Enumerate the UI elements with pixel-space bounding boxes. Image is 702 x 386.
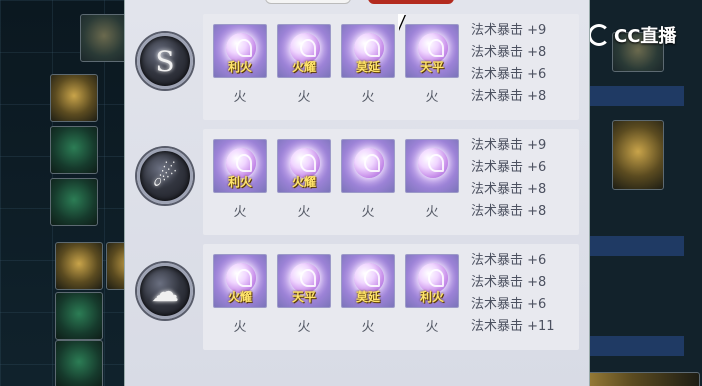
stat-line: 法术暴击 +6 xyxy=(471,160,547,175)
stat-line: 法术暴击 +11 xyxy=(471,319,555,334)
gem-element-label: 火 xyxy=(233,320,247,335)
gem-set-card: 利火 火耀 莫延 天平 火 火 火 火 法术暴击 +9 法术暴击 +8 法术暴击… xyxy=(203,14,579,120)
inventory-slot[interactable] xyxy=(50,178,98,226)
inventory-slot[interactable] xyxy=(55,292,103,340)
gem-element-label: 火 xyxy=(425,90,439,105)
stat-line: 法术暴击 +9 xyxy=(471,138,547,153)
gem-set-card: 利火 火耀 火 火 火 火 法术暴击 +9 法术暴击 +6 法术暴击 +8 法术… xyxy=(203,129,579,235)
gem-name: 利火 xyxy=(227,175,252,189)
stat-line: 法术暴击 +8 xyxy=(471,89,547,104)
gem-element-label: 火 xyxy=(233,205,247,220)
gem-set-card: 火耀 天平 莫延 利火 火 火 火 火 法术暴击 +6 法术暴击 +8 法术暴击… xyxy=(203,244,579,350)
set-emblem-icon[interactable]: ☁ xyxy=(137,263,193,319)
gem-slot[interactable]: 莫延 xyxy=(341,254,395,308)
background-bar xyxy=(590,336,684,356)
gem-set-group-3: ☁ 火耀 天平 莫延 利火 火 火 火 火 法术暴击 +6 法术暴击 +8 法术… xyxy=(133,244,579,350)
gem-set-group-1: S 利火 火耀 莫延 天平 火 火 火 火 法术暴击 +9 法术暴击 +8 法术… xyxy=(133,14,579,120)
set-emblem-icon[interactable]: ☄ xyxy=(137,148,193,204)
inventory-slot[interactable] xyxy=(50,126,98,174)
gem-name: 莫延 xyxy=(355,290,380,304)
gem-name: 莫延 xyxy=(355,60,380,74)
inventory-slot[interactable] xyxy=(50,74,98,122)
stat-line: 法术暴击 +9 xyxy=(471,23,547,38)
stat-list: 法术暴击 +9 法术暴击 +8 法术暴击 +6 法术暴击 +8 xyxy=(471,20,575,108)
gem-element-label: 火 xyxy=(361,90,375,105)
gem-name: 火耀 xyxy=(291,60,316,74)
gem-element-label: 火 xyxy=(361,320,375,335)
gem-element-label: 火 xyxy=(297,205,311,220)
gem-element-label: 火 xyxy=(297,90,311,105)
cc-logo-icon xyxy=(588,24,610,46)
background-bar xyxy=(590,86,684,106)
inventory-slot[interactable] xyxy=(55,242,103,290)
stat-list: 法术暴击 +9 法术暴击 +6 法术暴击 +8 法术暴击 +8 xyxy=(471,135,575,223)
gem-set-panel: S 利火 火耀 莫延 天平 火 火 火 火 法术暴击 +9 法术暴击 +8 法术… xyxy=(124,0,590,386)
stat-line: 法术暴击 +8 xyxy=(471,204,547,219)
gem-slot[interactable]: 利火 xyxy=(213,24,267,78)
background-bar xyxy=(590,236,684,256)
watermark-text: CC直播 xyxy=(614,26,677,47)
gem-element-label: 火 xyxy=(361,205,375,220)
stat-line: 法术暴击 +6 xyxy=(471,67,547,82)
gem-set-group-2: ☄ 利火 火耀 火 火 火 火 法术暴击 +9 法术暴击 +6 法术暴击 +8 … xyxy=(133,129,579,235)
gem-slot[interactable]: 莫延 xyxy=(341,24,395,78)
stat-list: 法术暴击 +6 法术暴击 +8 法术暴击 +6 法术暴击 +11 xyxy=(471,250,575,338)
inventory-slot[interactable] xyxy=(612,120,664,190)
inventory-slot[interactable] xyxy=(80,14,128,62)
gem-slot[interactable] xyxy=(405,139,459,193)
gem-name: 火耀 xyxy=(227,290,252,304)
stat-line: 法术暴击 +6 xyxy=(471,253,547,268)
tab-button-right[interactable] xyxy=(368,0,454,4)
gem-slot[interactable]: 天平 xyxy=(277,254,331,308)
gem-name: 天平 xyxy=(291,290,316,304)
gem-slot[interactable]: 利火 xyxy=(213,139,267,193)
gem-element-label: 火 xyxy=(297,320,311,335)
gem-name: 天平 xyxy=(419,60,444,74)
gem-element-label: 火 xyxy=(233,90,247,105)
set-emblem-icon[interactable]: S xyxy=(137,33,193,89)
gem-element-label: 火 xyxy=(425,205,439,220)
gem-slot[interactable]: 火耀 xyxy=(277,24,331,78)
gem-slot[interactable]: 利火 xyxy=(405,254,459,308)
stat-line: 法术暴击 +6 xyxy=(471,297,547,312)
cc-live-watermark: CC直播 xyxy=(588,22,676,48)
stat-line: 法术暴击 +8 xyxy=(471,45,547,60)
tab-button-left[interactable] xyxy=(265,0,351,4)
stat-line: 法术暴击 +8 xyxy=(471,182,547,197)
gem-slot[interactable]: 火耀 xyxy=(277,139,331,193)
gem-element-label: 火 xyxy=(425,320,439,335)
gem-slot[interactable] xyxy=(341,139,395,193)
gem-name: 利火 xyxy=(227,60,252,74)
gem-name: 利火 xyxy=(419,290,444,304)
game-screen: CC直播 S 利火 火耀 莫延 天平 火 火 火 火 法术暴击 +9 法术暴击 … xyxy=(0,0,702,386)
gem-slot[interactable]: 火耀 xyxy=(213,254,267,308)
gem-name: 火耀 xyxy=(291,175,316,189)
mouse-cursor-icon xyxy=(398,14,405,30)
gem-slot[interactable]: 天平 xyxy=(405,24,459,78)
stat-line: 法术暴击 +8 xyxy=(471,275,547,290)
inventory-slot[interactable] xyxy=(55,340,103,386)
